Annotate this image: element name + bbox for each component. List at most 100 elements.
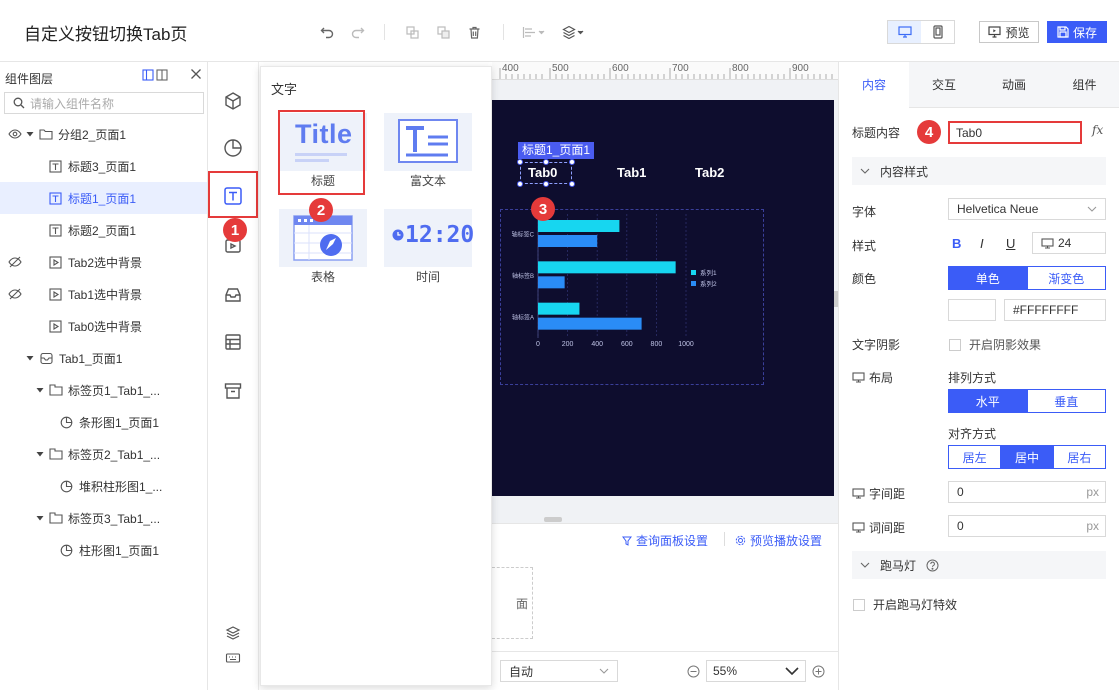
mobile-icon[interactable] — [921, 21, 954, 43]
redo-icon[interactable] — [347, 21, 369, 43]
tab-label-2[interactable]: Tab2 — [695, 165, 724, 180]
ruler-tick: 500 — [552, 63, 569, 74]
layer-item[interactable]: 标题2_页面1 — [0, 214, 207, 246]
hidden-eye-icon[interactable] — [8, 256, 22, 268]
caret-down-icon[interactable] — [36, 386, 44, 394]
copy-icon[interactable] — [401, 21, 423, 43]
checkbox[interactable] — [949, 338, 961, 351]
resize-handle[interactable] — [543, 181, 549, 187]
fit-mode-select[interactable]: 自动 — [500, 660, 618, 682]
resize-handle[interactable] — [517, 159, 523, 165]
letter-spacing-input[interactable]: 0 px — [948, 481, 1106, 503]
layer-order-dropdown-icon[interactable] — [560, 21, 588, 43]
marquee-checkbox[interactable]: 开启跑马灯特效 — [853, 596, 957, 613]
pie-chart-icon[interactable] — [209, 128, 257, 168]
content-style-section[interactable]: 内容样式 — [852, 157, 1106, 185]
zoom-select[interactable]: 55% — [706, 660, 806, 682]
visibility-toggle-icon[interactable] — [8, 128, 22, 140]
layer-search-input[interactable]: 请输入组件名称 — [4, 92, 204, 114]
tab-content[interactable]: 内容 — [839, 62, 909, 108]
arrange-horizontal-option[interactable]: 水平 — [949, 390, 1028, 412]
save-button[interactable]: 保存 — [1047, 21, 1107, 43]
query-panel-settings-link[interactable]: 查询面板设置 — [622, 532, 708, 549]
inbox-icon[interactable] — [209, 275, 257, 315]
caret-down-icon[interactable] — [26, 354, 34, 362]
time-component-card[interactable]: 12:20 — [384, 209, 475, 267]
caret-down-icon[interactable] — [36, 450, 44, 458]
layer-item[interactable]: 柱形图1_页面1 — [0, 534, 207, 566]
layout-toggle-icon[interactable] — [142, 69, 168, 81]
align-left-option[interactable]: 居左 — [949, 446, 1002, 468]
layer-item-tabpage[interactable]: 标签页1_Tab1_... — [0, 374, 207, 406]
undo-icon[interactable] — [316, 21, 338, 43]
color-hex-input[interactable]: #FFFFFFFF — [1004, 299, 1106, 321]
color-single-option[interactable]: 单色 — [949, 267, 1028, 289]
word-spacing-input[interactable]: 0 px — [948, 515, 1106, 537]
table-icon[interactable] — [209, 322, 257, 362]
keyboard-icon[interactable] — [209, 638, 257, 678]
bar-chart-container[interactable]: 0 200 400 600 800 1000 轴标签A 轴标签B 轴标签C 系列1 系列2 — [500, 209, 764, 385]
tab-label-0[interactable]: Tab0 — [528, 165, 557, 180]
layer-item-tab[interactable]: Tab1_页面1 — [0, 342, 207, 374]
time-preview-text: 12:20 — [405, 222, 475, 248]
layer-item-group[interactable]: 分组2_页面1 — [0, 118, 207, 150]
underline-button[interactable]: U — [1006, 236, 1015, 251]
text-shadow-checkbox[interactable]: 开启阴影效果 — [949, 336, 1041, 353]
color-gradient-option[interactable]: 渐变色 — [1028, 267, 1106, 289]
fx-button[interactable]: fx — [1092, 123, 1103, 137]
checkbox[interactable] — [853, 598, 865, 611]
tab-component[interactable]: 组件 — [1049, 62, 1119, 108]
align-center-option[interactable]: 居中 — [1001, 446, 1054, 468]
marquee-section[interactable]: 跑马灯 — [852, 551, 1106, 579]
paste-icon[interactable] — [432, 21, 454, 43]
layer-item-tabpage[interactable]: 标签页3_Tab1_... — [0, 502, 207, 534]
align-dropdown-icon[interactable] — [520, 21, 548, 43]
layer-item[interactable]: 条形图1_页面1 — [0, 406, 207, 438]
archive-icon[interactable] — [209, 371, 257, 411]
color-mode-toggle: 单色 渐变色 — [948, 266, 1106, 290]
layer-item[interactable]: Tab1选中背景 — [0, 278, 207, 310]
font-size-input[interactable]: 24 — [1032, 232, 1106, 254]
desktop-icon[interactable] — [888, 21, 921, 43]
chart-x-tick-label: 600 — [621, 341, 633, 348]
close-icon[interactable] — [190, 68, 202, 80]
caret-down-icon[interactable] — [36, 514, 44, 522]
delete-icon[interactable] — [463, 21, 485, 43]
layer-item[interactable]: 标题3_页面1 — [0, 150, 207, 182]
marquee-label: 跑马灯 — [880, 558, 917, 573]
font-select[interactable]: Helvetica Neue — [948, 198, 1106, 220]
clock-icon — [392, 229, 404, 241]
layer-item[interactable]: Tab0选中背景 — [0, 310, 207, 342]
hidden-eye-icon[interactable] — [8, 288, 22, 300]
tab-animation[interactable]: 动画 — [979, 62, 1049, 108]
align-right-option[interactable]: 居右 — [1054, 446, 1105, 468]
resize-handle[interactable] — [517, 181, 523, 187]
caret-down-icon[interactable] — [26, 130, 34, 138]
tab-label-1[interactable]: Tab1 — [617, 165, 646, 180]
layer-item-selected[interactable]: 标题1_页面1 — [0, 182, 207, 214]
layer-item[interactable]: 堆积柱形图1_... — [0, 470, 207, 502]
italic-button[interactable]: I — [980, 236, 984, 251]
chart-x-tick-label: 0 — [536, 341, 540, 348]
tab-page-icon — [49, 512, 63, 524]
help-icon[interactable] — [926, 559, 939, 572]
zoom-out-icon[interactable] — [687, 665, 700, 678]
query-panel-placeholder[interactable]: 面 — [492, 567, 533, 639]
layer-item-tabpage[interactable]: 标签页2_Tab1_... — [0, 438, 207, 470]
richtext-component-card[interactable] — [384, 113, 472, 171]
dashboard-stage[interactable]: 标题1_页面1 Tab0 Tab1 Tab2 0 200 400 600 800 1000… — [492, 100, 834, 496]
tab-interaction[interactable]: 交互 — [909, 62, 979, 108]
preview-button[interactable]: 预览 — [979, 21, 1039, 43]
bold-button[interactable]: B — [952, 236, 961, 251]
resize-handle[interactable] — [569, 181, 575, 187]
cube-icon[interactable] — [209, 81, 257, 121]
arrange-vertical-option[interactable]: 垂直 — [1028, 390, 1106, 412]
playback-settings-link[interactable]: 预览播放设置 — [735, 532, 822, 549]
resize-handle[interactable] — [569, 159, 575, 165]
layer-item[interactable]: Tab2选中背景 — [0, 246, 207, 278]
zoom-in-icon[interactable] — [812, 665, 825, 678]
color-swatch[interactable] — [948, 299, 996, 321]
resize-grip[interactable] — [544, 517, 562, 522]
panel-collapse-handle[interactable] — [834, 291, 838, 307]
title-content-input[interactable]: Tab0 — [948, 121, 1082, 144]
